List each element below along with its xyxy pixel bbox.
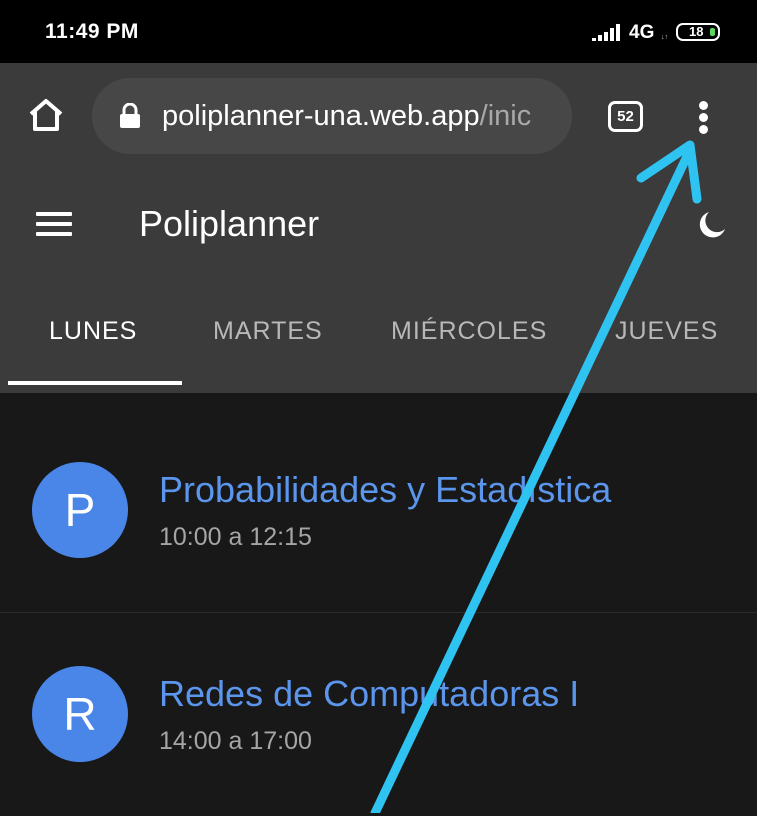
app-bar xyxy=(0,171,757,393)
tab-count: 52 xyxy=(617,108,634,125)
home-icon[interactable] xyxy=(27,98,65,132)
item-title: Probabilidades y Estadística xyxy=(159,469,612,510)
item-time: 14:00 a 17:00 xyxy=(159,727,312,755)
url-domain: poliplanner-una.web.app xyxy=(162,100,480,132)
avatar: P xyxy=(32,462,128,558)
tab-lunes[interactable]: LUNES xyxy=(49,317,137,346)
list-item[interactable]: R Redes de Computadoras I 14:00 a 17:00 xyxy=(0,613,757,816)
battery-icon: 18 xyxy=(676,23,720,41)
url-text[interactable]: poliplanner-una.web.app/inic xyxy=(162,100,531,133)
status-bar: 11:49 PM 4G ↓↑ 18 xyxy=(0,0,757,63)
tabs-button[interactable]: 52 xyxy=(608,101,643,132)
lock-icon xyxy=(120,103,140,128)
tab-indicator xyxy=(8,381,182,385)
url-path: /inic xyxy=(479,100,532,132)
app-title: Poliplanner xyxy=(139,203,320,244)
list-item[interactable]: P Probabilidades y Estadística 10:00 a 1… xyxy=(0,410,757,613)
avatar: R xyxy=(32,666,128,762)
battery-level: 18 xyxy=(689,24,704,39)
tab-jueves[interactable]: JUEVES xyxy=(615,317,718,346)
status-time: 11:49 PM xyxy=(45,20,139,43)
data-activity-icon: ↓↑ xyxy=(661,34,668,41)
tab-martes[interactable]: MARTES xyxy=(213,317,323,346)
hamburger-icon[interactable] xyxy=(36,210,72,238)
tab-miercoles[interactable]: MIÉRCOLES xyxy=(391,317,547,346)
address-bar[interactable]: poliplanner-una.web.app/inic xyxy=(92,78,572,154)
network-type-label: 4G xyxy=(629,22,655,43)
item-time: 10:00 a 12:15 xyxy=(159,523,312,551)
signal-icon xyxy=(592,24,620,41)
item-title: Redes de Computadoras I xyxy=(159,673,580,714)
menu-icon[interactable] xyxy=(690,98,716,138)
moon-icon[interactable] xyxy=(697,210,727,240)
